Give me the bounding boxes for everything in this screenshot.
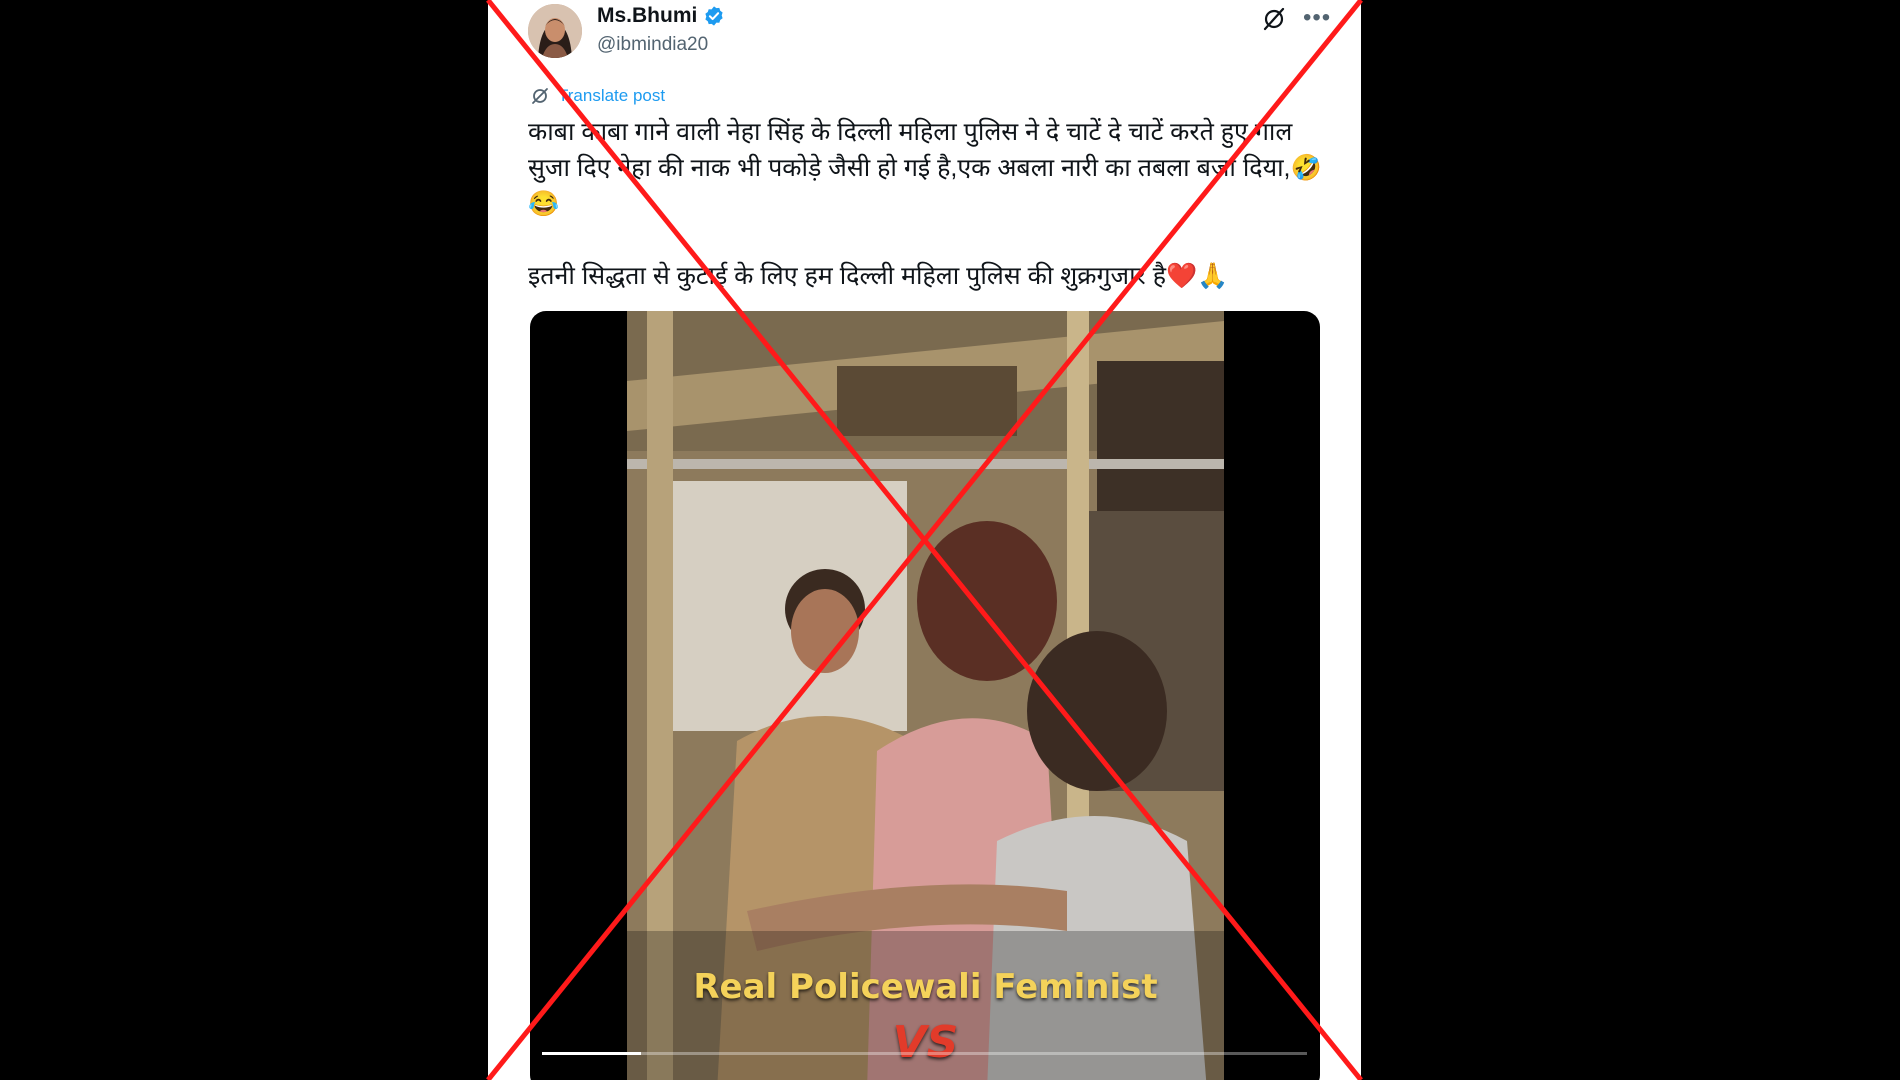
video-frame[interactable]: Real Policewali Feminist VS — [627, 311, 1224, 1080]
verified-badge-icon — [705, 6, 723, 26]
video-progress-bar[interactable] — [542, 1052, 1307, 1055]
video-overlay-text: VS — [892, 1017, 959, 1068]
tweet-text: काबा काबा गाने वाली नेहा सिंह के दिल्ली … — [528, 118, 1322, 290]
tweet-card: Ms.Bhumi @ibmindia20 ••• Translate post … — [488, 0, 1361, 1080]
author-name-row: Ms.Bhumi — [597, 4, 725, 28]
avatar[interactable] — [528, 4, 582, 58]
translate-icon — [532, 88, 548, 104]
translate-label: Translate post — [558, 86, 666, 105]
video-progress-fill — [542, 1052, 642, 1055]
translate-post[interactable]: Translate post — [530, 86, 665, 106]
handle[interactable]: @ibmindia20 — [597, 34, 708, 56]
video-thumbnail — [627, 311, 1224, 1080]
display-name[interactable]: Ms.Bhumi — [597, 4, 697, 28]
video-player[interactable]: Real Policewali Feminist VS — [530, 311, 1320, 1080]
more-icon[interactable]: ••• — [1303, 4, 1331, 32]
grok-icon[interactable] — [1261, 6, 1287, 32]
video-caption: Real Policewali Feminist — [693, 967, 1158, 1007]
